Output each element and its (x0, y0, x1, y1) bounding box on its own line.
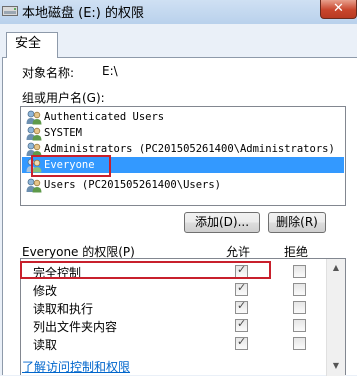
permission-row: 读取和执行 (21, 299, 326, 316)
list-item[interactable]: SYSTEM (22, 125, 344, 141)
allow-checkbox[interactable] (235, 335, 248, 350)
deny-checkbox[interactable] (293, 265, 306, 278)
deny-checkbox[interactable] (293, 319, 306, 332)
deny-checkbox[interactable] (293, 301, 306, 314)
allow-checkbox[interactable] (235, 317, 248, 332)
allow-checkbox[interactable] (235, 281, 248, 296)
object-name-value: E:\ (102, 64, 118, 78)
allow-checkbox[interactable] (235, 299, 248, 314)
permission-row: 列出文件夹内容 (21, 317, 326, 334)
drive-icon (2, 6, 18, 16)
deny-checkbox[interactable] (293, 283, 306, 296)
add-button[interactable]: 添加(D)... (184, 212, 260, 233)
permission-row: 读取 (21, 335, 326, 352)
scroll-up-icon[interactable]: ▲ (328, 260, 344, 276)
list-item[interactable]: Users (PC201505261400\Users) (22, 177, 344, 193)
close-button[interactable]: ✕ (320, 0, 357, 19)
remove-button[interactable]: 删除(R) (268, 212, 326, 233)
window-title: 本地磁盘 (E:) 的权限 (22, 6, 145, 21)
user-name: Authenticated Users (44, 111, 165, 123)
learn-permissions-link[interactable]: 了解访问控制和权限 (22, 358, 130, 375)
user-name: Users (PC201505261400\Users) (44, 179, 222, 191)
permission-name: 读取和执行 (33, 302, 94, 316)
permission-row: 修改 (21, 281, 326, 298)
everyone-highlight-box (31, 155, 111, 177)
user-name: SYSTEM (44, 127, 82, 139)
permission-name: 列出文件夹内容 (33, 320, 118, 334)
object-name-label: 对象名称: (22, 66, 75, 80)
title-bar: 本地磁盘 (E:) 的权限 ✕ (0, 0, 357, 24)
user-group-icon (26, 110, 42, 125)
scroll-down-icon[interactable]: ▼ (328, 358, 344, 374)
permission-name: 读取 (33, 338, 58, 352)
user-group-icon (26, 126, 42, 141)
user-group-icon (26, 178, 42, 193)
list-item[interactable]: Authenticated Users (22, 109, 344, 125)
full-control-highlight-box (20, 261, 271, 279)
permission-name: 修改 (33, 284, 58, 298)
permissions-scrollbar[interactable]: ▲ ▼ (326, 259, 345, 376)
group-users-label: 组或用户名(G): (22, 91, 105, 105)
tab-security[interactable]: 安全 (6, 32, 58, 58)
deny-checkbox[interactable] (293, 337, 306, 350)
